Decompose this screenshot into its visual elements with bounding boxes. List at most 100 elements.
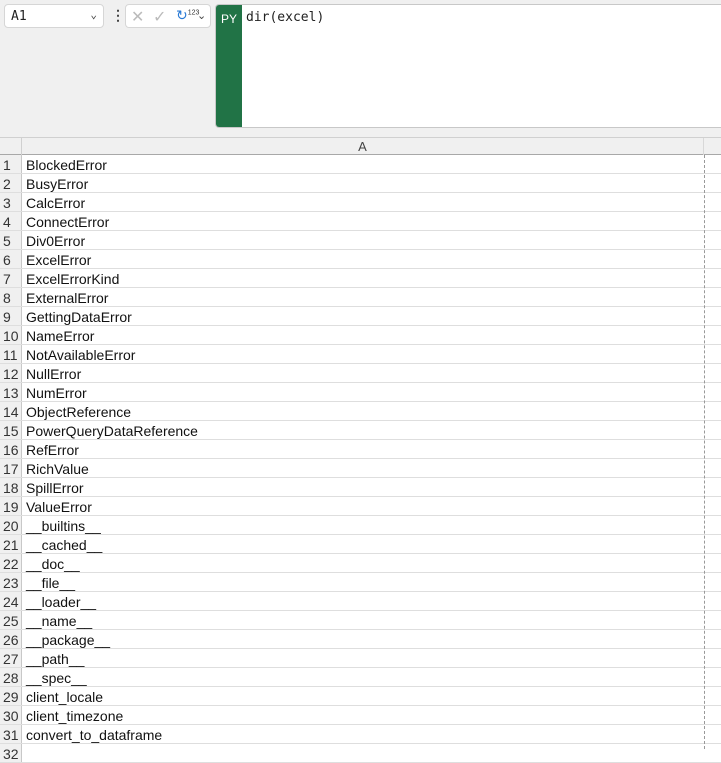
cell[interactable]: convert_to_dataframe: [26, 727, 162, 743]
cell[interactable]: client_timezone: [26, 708, 123, 724]
cell[interactable]: CalcError: [26, 195, 85, 211]
cell[interactable]: Div0Error: [26, 233, 85, 249]
cell[interactable]: __spec__: [26, 670, 87, 686]
cell[interactable]: ExcelError: [26, 252, 91, 268]
cell[interactable]: NumError: [26, 385, 87, 401]
formula-text[interactable]: dir(excel): [246, 10, 324, 25]
row-header[interactable]: 27: [0, 649, 22, 667]
table-row: 17 RichValue: [0, 459, 721, 478]
cell[interactable]: __loader__: [26, 594, 96, 610]
row-header[interactable]: 23: [0, 573, 22, 591]
row-header[interactable]: 3: [0, 193, 22, 211]
row-header[interactable]: 11: [0, 345, 22, 363]
table-row: 32: [0, 744, 721, 763]
row-header[interactable]: 7: [0, 269, 22, 287]
formula-buttons: ✕ ✓ ↻123 ⌄: [125, 4, 211, 28]
row-header[interactable]: 18: [0, 478, 22, 496]
table-row: 26 __package__: [0, 630, 721, 649]
cell[interactable]: __file__: [26, 575, 75, 591]
formula-toolbar: A1 ⌄ ⋮ ✕ ✓ ↻123 ⌄ PY dir(excel): [0, 0, 721, 137]
table-row: 9 GettingDataError: [0, 307, 721, 326]
more-options-icon[interactable]: ⋮: [111, 7, 125, 24]
row-header[interactable]: 30: [0, 706, 22, 724]
row-header[interactable]: 8: [0, 288, 22, 306]
table-row: 12 NullError: [0, 364, 721, 383]
row-header[interactable]: 25: [0, 611, 22, 629]
output-type-icon[interactable]: ↻123: [176, 7, 199, 24]
row-header[interactable]: 9: [0, 307, 22, 325]
row-header[interactable]: 14: [0, 402, 22, 420]
table-row: 25 __name__: [0, 611, 721, 630]
column-headers: A: [0, 137, 721, 155]
cell[interactable]: NameError: [26, 328, 94, 344]
cell[interactable]: __path__: [26, 651, 84, 667]
cell[interactable]: PowerQueryDataReference: [26, 423, 198, 439]
row-header[interactable]: 19: [0, 497, 22, 515]
table-row: 27 __path__: [0, 649, 721, 668]
cell[interactable]: RefError: [26, 442, 79, 458]
chevron-down-icon[interactable]: ⌄: [197, 9, 206, 22]
cell[interactable]: __builtins__: [26, 518, 101, 534]
cell[interactable]: GettingDataError: [26, 309, 132, 325]
table-row: 15 PowerQueryDataReference: [0, 421, 721, 440]
row-header[interactable]: 32: [0, 744, 22, 762]
table-row: 31 convert_to_dataframe: [0, 725, 721, 744]
row-header[interactable]: 20: [0, 516, 22, 534]
row-header[interactable]: 2: [0, 174, 22, 192]
table-row: 1 BlockedError: [0, 155, 721, 174]
row-header[interactable]: 4: [0, 212, 22, 230]
table-row: 14 ObjectReference: [0, 402, 721, 421]
row-header[interactable]: 6: [0, 250, 22, 268]
cell[interactable]: RichValue: [26, 461, 89, 477]
table-row: 28 __spec__: [0, 668, 721, 687]
cell[interactable]: __cached__: [26, 537, 102, 553]
enter-icon[interactable]: ✓: [153, 7, 166, 27]
table-row: 13 NumError: [0, 383, 721, 402]
row-header[interactable]: 16: [0, 440, 22, 458]
select-all-button[interactable]: [0, 138, 22, 155]
row-header[interactable]: 21: [0, 535, 22, 553]
table-row: 18 SpillError: [0, 478, 721, 497]
table-row: 20 __builtins__: [0, 516, 721, 535]
python-badge: PY: [216, 5, 242, 127]
column-header-a[interactable]: A: [22, 138, 704, 155]
row-header[interactable]: 5: [0, 231, 22, 249]
cell[interactable]: BlockedError: [26, 157, 107, 173]
row-header[interactable]: 31: [0, 725, 22, 743]
cancel-icon[interactable]: ✕: [131, 7, 144, 27]
cell[interactable]: SpillError: [26, 480, 84, 496]
cell[interactable]: client_locale: [26, 689, 103, 705]
cell[interactable]: ObjectReference: [26, 404, 131, 420]
table-row: 24 __loader__: [0, 592, 721, 611]
name-box[interactable]: A1 ⌄: [4, 4, 104, 28]
table-row: 19 ValueError: [0, 497, 721, 516]
chevron-down-icon[interactable]: ⌄: [90, 8, 97, 21]
cell[interactable]: NullError: [26, 366, 81, 382]
row-header[interactable]: 22: [0, 554, 22, 572]
cell[interactable]: __doc__: [26, 556, 80, 572]
cell[interactable]: NotAvailableError: [26, 347, 135, 363]
formula-bar[interactable]: PY dir(excel): [215, 4, 721, 128]
row-header[interactable]: 1: [0, 155, 22, 173]
row-header[interactable]: 29: [0, 687, 22, 705]
cell[interactable]: BusyError: [26, 176, 88, 192]
row-header[interactable]: 24: [0, 592, 22, 610]
row-header[interactable]: 15: [0, 421, 22, 439]
cell[interactable]: ConnectError: [26, 214, 109, 230]
cell[interactable]: __package__: [26, 632, 110, 648]
table-row: 3 CalcError: [0, 193, 721, 212]
cell[interactable]: ExternalError: [26, 290, 108, 306]
row-header[interactable]: 28: [0, 668, 22, 686]
cell[interactable]: ExcelErrorKind: [26, 271, 119, 287]
row-header[interactable]: 26: [0, 630, 22, 648]
page-break-line: [704, 155, 705, 749]
sheet-grid: 1 BlockedError 2 BusyError 3 CalcError 4 Connec…: [0, 155, 721, 763]
row-header[interactable]: 17: [0, 459, 22, 477]
row-header[interactable]: 13: [0, 383, 22, 401]
row-header[interactable]: 12: [0, 364, 22, 382]
cell[interactable]: ValueError: [26, 499, 92, 515]
row-header[interactable]: 10: [0, 326, 22, 344]
table-row: 11 NotAvailableError: [0, 345, 721, 364]
table-row: 16 RefError: [0, 440, 721, 459]
cell[interactable]: __name__: [26, 613, 92, 629]
